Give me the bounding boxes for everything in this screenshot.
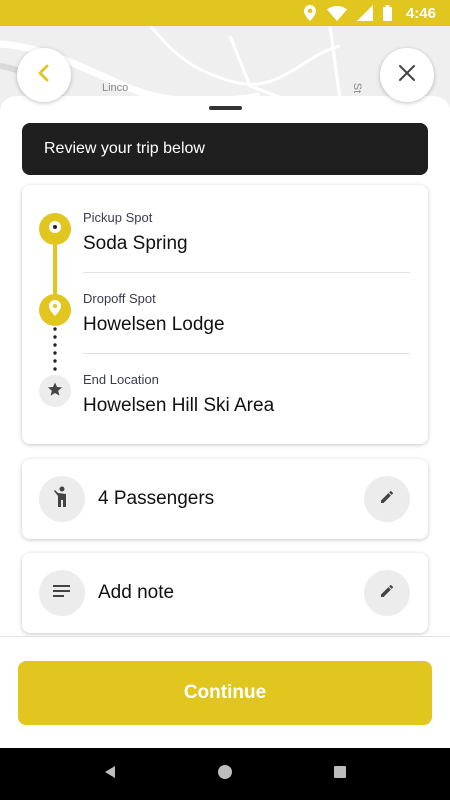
dropoff-value: Howelsen Lodge (83, 314, 225, 335)
nav-home-icon[interactable] (217, 764, 233, 785)
pickup-label: Pickup Spot (83, 210, 153, 225)
passengers-text: 4 Passengers (98, 488, 215, 509)
review-banner-text: Review your trip below (44, 140, 205, 157)
dropoff-stop[interactable]: Dropoff Spot Howelsen Lodge (83, 291, 410, 336)
map-street-label: Linco (102, 82, 129, 94)
divider (83, 272, 410, 273)
end-location-value: Howelsen Hill Ski Area (83, 395, 275, 416)
star-icon (47, 381, 63, 402)
back-button[interactable] (17, 48, 71, 102)
close-icon (398, 64, 416, 87)
sheet-drag-handle[interactable] (209, 106, 242, 110)
dropoff-marker (39, 294, 71, 326)
pickup-marker-icon (48, 220, 62, 239)
pencil-icon (380, 584, 394, 603)
status-time: 4:46 (405, 4, 436, 22)
review-banner: Review your trip below (22, 123, 428, 175)
location-icon (303, 5, 317, 21)
battery-icon (382, 5, 392, 21)
divider (83, 353, 410, 354)
end-location-stop[interactable]: End Location Howelsen Hill Ski Area (83, 372, 410, 417)
nav-recents-icon[interactable] (333, 765, 347, 784)
trip-review-sheet: Review your trip below Pickup Spot Soda … (0, 96, 450, 636)
note-icon-circle (39, 570, 85, 616)
signal-icon (356, 5, 373, 21)
note-card[interactable]: Add note (22, 553, 428, 633)
continue-button[interactable]: Continue (18, 661, 432, 725)
note-text: Add note (98, 582, 175, 603)
passengers-icon-circle (39, 476, 85, 522)
pencil-icon (380, 490, 394, 509)
pickup-stop[interactable]: Pickup Spot Soda Spring (83, 210, 410, 255)
map-street-label: St (351, 82, 364, 94)
person-icon (53, 486, 71, 513)
system-nav-bar (0, 748, 450, 800)
end-marker (39, 375, 71, 407)
dropoff-pin-icon (48, 299, 62, 321)
close-button[interactable] (380, 48, 434, 102)
pickup-marker (39, 213, 71, 245)
edit-note-button[interactable] (364, 570, 410, 616)
bottom-action-area: Continue (0, 636, 450, 748)
trip-route-card: Pickup Spot Soda Spring Dropoff Spot How… (22, 185, 428, 444)
route-dotted-line (53, 325, 57, 377)
end-location-label: End Location (83, 372, 159, 387)
nav-back-icon[interactable] (103, 765, 117, 784)
dropoff-label: Dropoff Spot (83, 291, 156, 306)
wifi-icon (326, 5, 347, 21)
notes-icon (53, 584, 71, 603)
edit-passengers-button[interactable] (364, 476, 410, 522)
passengers-card[interactable]: 4 Passengers (22, 459, 428, 539)
status-bar: 4:46 (0, 0, 450, 26)
pickup-value: Soda Spring (83, 233, 188, 254)
chevron-left-icon (34, 63, 54, 88)
